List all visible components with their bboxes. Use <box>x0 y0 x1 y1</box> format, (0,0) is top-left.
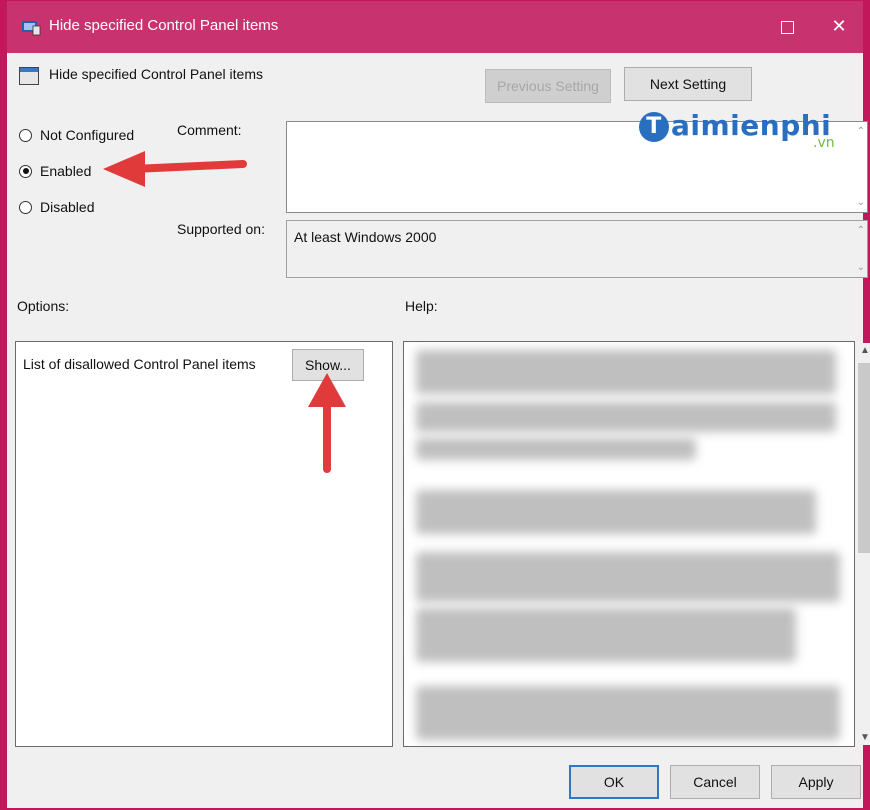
help-text-block <box>416 490 816 534</box>
scroll-up-icon[interactable]: ⌃ <box>857 225 865 236</box>
policy-icon <box>19 67 39 85</box>
help-panel <box>403 341 855 747</box>
help-text-block <box>416 608 796 662</box>
apply-button[interactable]: Apply <box>771 765 861 799</box>
help-text-block <box>416 686 840 740</box>
help-text-block <box>416 402 836 432</box>
supported-on-label: Supported on: <box>177 221 265 237</box>
help-text-block <box>416 438 696 460</box>
scroll-down-icon[interactable]: ⌄ <box>857 262 865 273</box>
show-button[interactable]: Show... <box>292 349 364 381</box>
options-panel: List of disallowed Control Panel items S… <box>15 341 393 747</box>
scroll-thumb[interactable] <box>858 363 870 553</box>
window-title: Hide specified Control Panel items <box>49 17 279 34</box>
radio-label: Enabled <box>40 163 92 179</box>
scroll-down-icon[interactable]: ⌄ <box>857 197 865 208</box>
disallowed-items-label: List of disallowed Control Panel items <box>23 356 256 372</box>
supported-on-field: At least Windows 2000 ⌃ ⌄ <box>286 220 868 278</box>
ok-button[interactable]: OK <box>569 765 659 799</box>
help-text-block <box>416 350 836 394</box>
radio-label: Not Configured <box>40 127 135 143</box>
radio-disabled[interactable]: Disabled <box>19 199 94 215</box>
radio-label: Disabled <box>40 199 95 215</box>
help-scrollbar[interactable]: ▲ ▼ <box>858 343 870 745</box>
radio-enabled[interactable]: Enabled <box>19 163 91 179</box>
cancel-button[interactable]: Cancel <box>670 765 760 799</box>
title-bar[interactable]: Hide specified Control Panel items ✕ <box>7 1 863 53</box>
options-label: Options: <box>17 298 70 314</box>
radio-circle[interactable] <box>19 200 32 214</box>
scroll-down-icon[interactable]: ▼ <box>860 732 870 743</box>
radio-not-configured[interactable]: Not Configured <box>19 127 134 143</box>
supported-on-value: At least Windows 2000 <box>294 229 437 245</box>
close-icon: ✕ <box>831 16 847 36</box>
previous-setting-button[interactable]: Previous Setting <box>485 69 611 103</box>
arrow-to-enabled <box>103 151 247 187</box>
next-setting-button[interactable]: Next Setting <box>624 67 752 101</box>
help-text-block <box>416 552 840 602</box>
logo-text: aimienphi <box>671 109 832 142</box>
policy-name: Hide specified Control Panel items <box>49 66 263 82</box>
policy-app-icon <box>22 21 41 36</box>
scroll-up-icon[interactable]: ▲ <box>860 345 870 356</box>
close-button[interactable]: ✕ <box>817 9 861 43</box>
scroll-up-icon[interactable]: ⌃ <box>857 126 865 137</box>
taimienphi-logo: Taimienphi <box>639 109 831 142</box>
dialog-window: Hide specified Control Panel items ✕ Hid… <box>6 0 870 809</box>
help-label: Help: <box>405 298 438 314</box>
maximize-icon <box>780 20 794 34</box>
logo-initial: T <box>639 112 669 142</box>
radio-circle-selected[interactable] <box>19 164 32 178</box>
radio-circle[interactable] <box>19 128 32 142</box>
comment-label: Comment: <box>177 122 242 138</box>
logo-suffix: .vn <box>813 135 835 151</box>
maximize-button[interactable] <box>765 9 809 43</box>
